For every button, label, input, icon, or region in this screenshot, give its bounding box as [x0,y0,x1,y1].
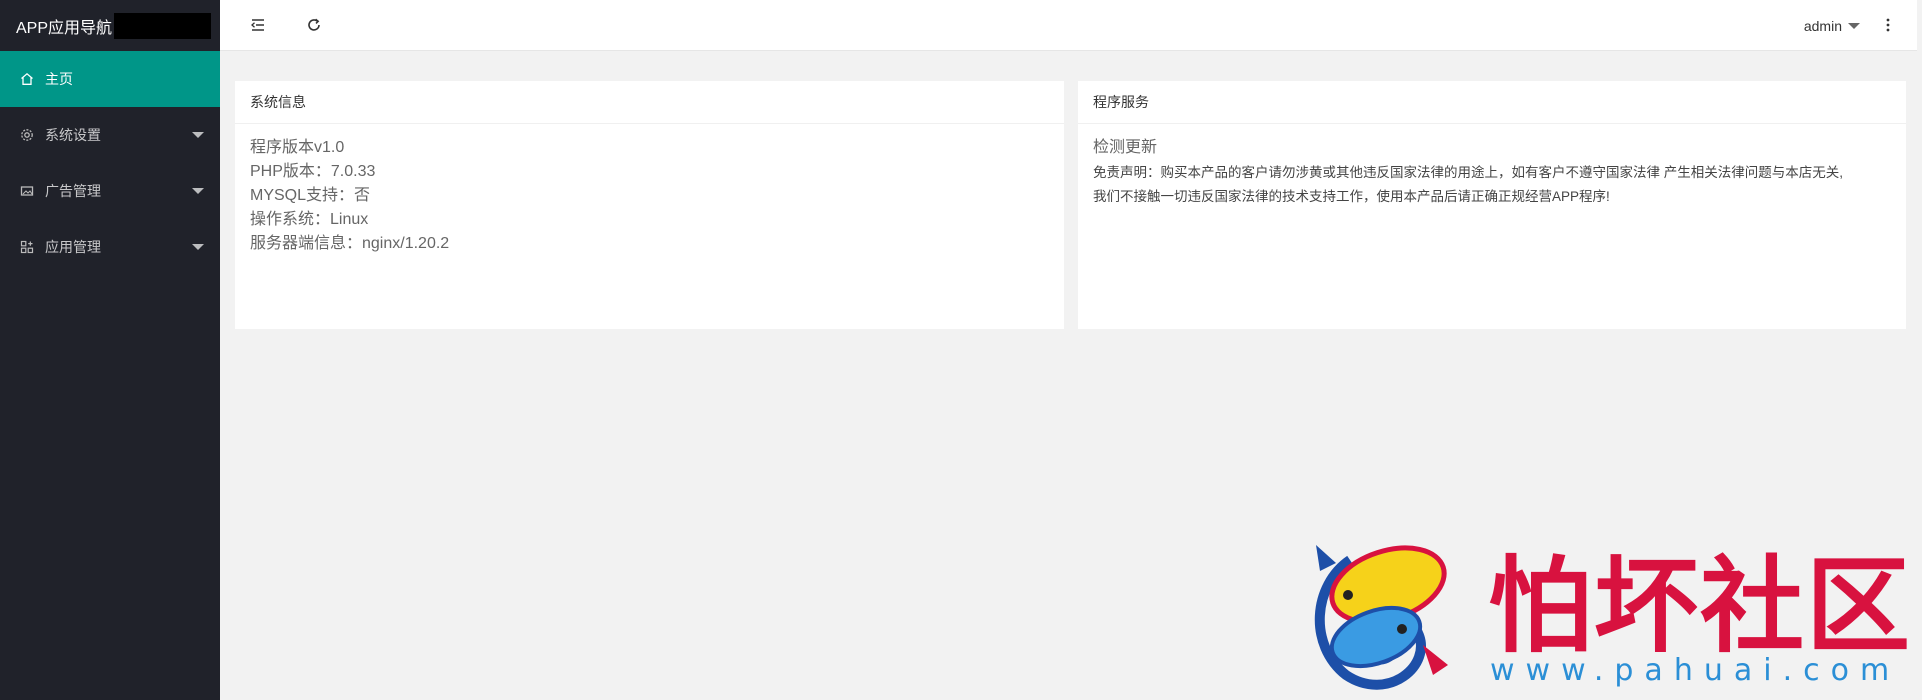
watermark-text: 怕坏社区 [1488,544,1913,667]
server-info: 服务器端信息：nginx/1.20.2 [250,235,450,252]
mysql-support: MYSQL支持：否 [250,187,371,204]
top-header: admin [220,0,1922,51]
sidebar-item-label: 系统设置 [45,127,101,143]
program-service-card: 程序服务 检测更新 免责声明：购买本产品的客户请勿涉黄或其他违反国家法律的用途上… [1078,81,1906,329]
scrollbar[interactable] [1917,0,1922,700]
check-update-link[interactable]: 检测更新 [1093,137,1891,159]
card-title: 系统信息 [235,81,1064,124]
user-menu[interactable]: admin [1804,0,1860,51]
gear-icon [20,128,34,142]
sidebar-item-system-settings[interactable]: 系统设置 [0,107,220,163]
sidebar-item-label: 应用管理 [45,239,101,255]
watermark-url: www.pahuai.com [1490,653,1901,688]
watermark: 怕坏社区 www.pahuai.com [1298,525,1910,690]
disclaimer-line-2: 我们不接触一切违反国家法律的技术支持工作，使用本产品后请正确正规经营APP程序! [1093,189,1610,204]
chevron-down-icon [192,132,204,138]
sidebar-item-home[interactable]: 主页 [0,51,220,107]
home-icon [20,72,34,86]
operating-system: 操作系统：Linux [250,211,369,228]
sidebar-item-app-management[interactable]: 应用管理 [0,219,220,275]
chevron-down-icon [192,244,204,250]
card-title: 程序服务 [1078,81,1906,124]
sidebar-item-ad-management[interactable]: 广告管理 [0,163,220,219]
chevron-down-icon [1848,22,1860,29]
image-icon [20,184,34,198]
chevron-down-icon [192,188,204,194]
refresh-icon[interactable] [304,15,324,35]
redaction-block [114,12,212,39]
more-vertical-icon[interactable] [1878,15,1898,35]
fish-logo-icon [1314,545,1448,690]
system-info-card: 系统信息 程序版本v1.0 PHP版本：7.0.33 MYSQL支持：否 操作系… [235,81,1064,329]
program-version: 程序版本v1.0 [250,139,345,156]
sidebar-item-label: 广告管理 [45,183,101,199]
brand-title: APP应用导航 [16,19,113,37]
brand[interactable]: APP应用导航 [0,0,220,51]
apps-icon [20,240,34,254]
username: admin [1803,17,1842,34]
sidebar: APP应用导航 主页 系统设置 广告管理 应用管理 [0,0,220,700]
disclaimer-line-1: 免责声明：购买本产品的客户请勿涉黄或其他违反国家法律的用途上，如有客户不遵守国家… [1093,165,1843,180]
sidebar-item-label: 主页 [45,71,73,87]
php-version: PHP版本：7.0.33 [250,163,376,180]
collapse-menu-icon[interactable] [248,15,268,35]
